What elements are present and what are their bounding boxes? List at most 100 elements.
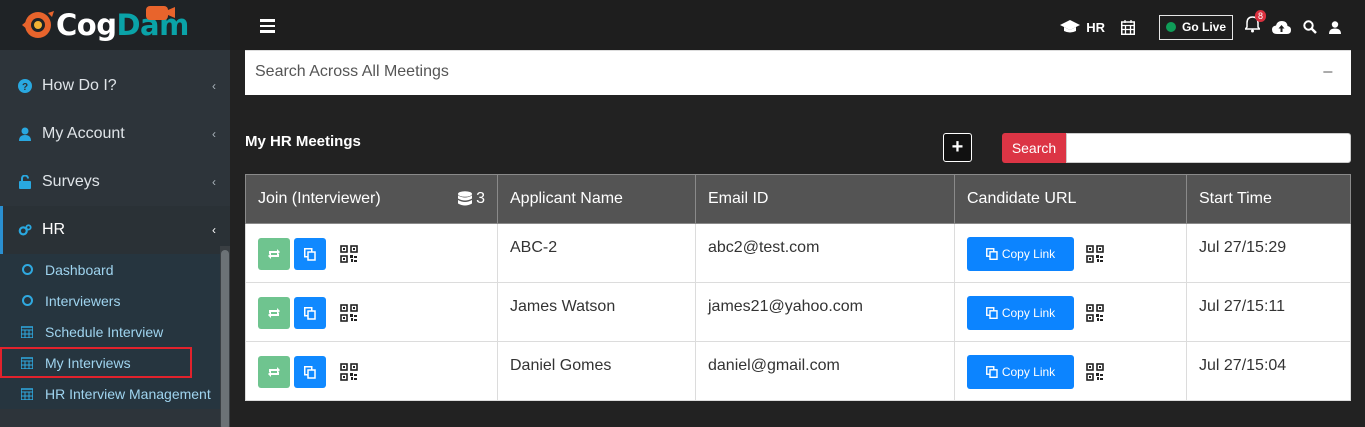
qr-code-icon[interactable] [1086,363,1104,381]
notifications-button[interactable]: 8 [1244,10,1266,38]
copy-icon [304,306,316,320]
hr-role-button[interactable]: HR [1060,20,1105,35]
question-circle-icon: ? [18,79,32,93]
qr-code-icon[interactable] [1086,245,1104,263]
start-time: Jul 27/15:11 [1186,282,1351,342]
sidebar-item-label: Dashboard [45,261,114,278]
collapse-icon[interactable]: − [1322,62,1333,83]
chevron-left-icon: ‹ [212,175,216,189]
sidebar-item-schedule-interview[interactable]: Schedule Interview [0,316,230,347]
sidebar-item-label: HR [42,221,66,238]
sidebar-item-label: My Interviews [45,354,131,371]
sidebar: CogDam ? How Do I? ‹ My Account ‹ Survey… [0,0,230,427]
page-title: My HR Meetings [245,133,361,150]
circle-icon [20,295,34,306]
copy-link-button[interactable]: Copy Link [967,237,1074,271]
user-profile-icon[interactable] [1329,20,1341,34]
qr-code-icon[interactable] [340,304,358,322]
calendar-icon [20,387,34,400]
calendar-icon [20,356,34,369]
unlock-icon [18,175,32,189]
search-across-meetings-panel[interactable]: Search Across All Meetings − [245,50,1351,95]
user-icon [18,127,32,141]
sidebar-item-label: Surveys [42,173,100,190]
join-cell [245,282,498,342]
table-row: ABC-2 abc2@test.com Copy Link Jul 27/15:… [245,223,1351,283]
sidebar-item-label: HR Interview Management [45,385,211,402]
copy-icon [304,365,316,379]
copy-join-link-button[interactable] [294,238,326,270]
search-icon[interactable] [1303,20,1317,34]
rejoin-button[interactable] [258,297,290,329]
copy-icon [985,248,998,260]
logo[interactable]: CogDam [0,0,230,50]
hr-label: HR [1086,19,1105,35]
calendar-icon [20,325,34,338]
sidebar-item-interviewers[interactable]: Interviewers [0,285,230,316]
copy-icon [985,307,998,319]
sidebar-item-hr-interview-management[interactable]: HR Interview Management [0,378,230,409]
go-live-button[interactable]: Go Live [1158,14,1233,40]
qr-code-icon[interactable] [340,363,358,381]
start-time: Jul 27/15:29 [1186,223,1351,283]
rejoin-button[interactable] [258,356,290,388]
cloud-upload-icon[interactable] [1272,20,1291,34]
start-time: Jul 27/15:04 [1186,341,1351,401]
header-candidate-url: Candidate URL [954,174,1187,224]
email-id: james21@yahoo.com [695,282,955,342]
circle-icon [20,264,34,275]
rejoin-button[interactable] [258,238,290,270]
sidebar-item-my-account[interactable]: My Account ‹ [0,110,230,158]
refresh-icon [268,367,280,377]
hamburger-menu-icon[interactable] [260,19,275,33]
svg-text:?: ? [22,82,28,93]
copy-join-link-button[interactable] [294,356,326,388]
search-input[interactable] [1066,133,1351,163]
header-start-time: Start Time [1186,174,1351,224]
join-cell [245,341,498,401]
sidebar-item-my-interviews[interactable]: My Interviews [0,347,192,378]
email-id: abc2@test.com [695,223,955,283]
table-row: James Watson james21@yahoo.com Copy Link… [245,282,1351,342]
speech-bubble-icon [146,6,175,20]
meetings-table: Join (Interviewer) 3 Applicant Name Emai… [245,174,1351,401]
table-row: Daniel Gomes daniel@gmail.com Copy Link … [245,341,1351,401]
database-icon [458,191,473,206]
copy-join-link-button[interactable] [294,297,326,329]
qr-code-icon[interactable] [340,245,358,263]
copy-icon [985,366,998,378]
graduation-cap-icon [1060,20,1081,33]
go-live-label: Go Live [1181,20,1226,34]
email-id: daniel@gmail.com [695,341,955,401]
calendar-icon[interactable] [1120,19,1135,35]
logo-mark-icon [18,5,58,45]
join-cell [245,223,498,283]
copy-icon [304,247,316,261]
notification-badge: 8 [1254,10,1266,22]
sidebar-scrollbar[interactable] [220,246,230,427]
plus-icon: + [951,136,964,158]
sidebar-item-label: My Account [42,125,125,142]
search-panel-title: Search Across All Meetings [255,63,449,80]
sidebar-item-how-do-i[interactable]: ? How Do I? ‹ [0,62,230,110]
header-applicant-name: Applicant Name [497,174,696,224]
header-join: Join (Interviewer) 3 [245,174,498,224]
copy-link-button[interactable]: Copy Link [967,355,1074,389]
refresh-icon [268,249,280,259]
chevron-down-icon: ‹ [212,223,216,237]
topbar: HR Go Live 8 [230,0,1365,50]
sidebar-item-surveys[interactable]: Surveys ‹ [0,158,230,206]
sidebar-item-hr[interactable]: HR ‹ [0,206,230,254]
add-meeting-button[interactable]: + [943,133,972,162]
copy-link-button[interactable]: Copy Link [967,296,1074,330]
chevron-left-icon: ‹ [212,79,216,93]
applicant-name: James Watson [497,282,696,342]
applicant-name: Daniel Gomes [497,341,696,401]
qr-code-icon[interactable] [1086,304,1104,322]
header-email-id: Email ID [695,174,955,224]
table-header-row: Join (Interviewer) 3 Applicant Name Emai… [245,174,1351,224]
sidebar-item-dashboard[interactable]: Dashboard [0,254,230,285]
search-button[interactable]: Search [1002,133,1066,163]
sidebar-item-label: How Do I? [42,77,117,94]
sidebar-item-label: Interviewers [45,292,121,309]
